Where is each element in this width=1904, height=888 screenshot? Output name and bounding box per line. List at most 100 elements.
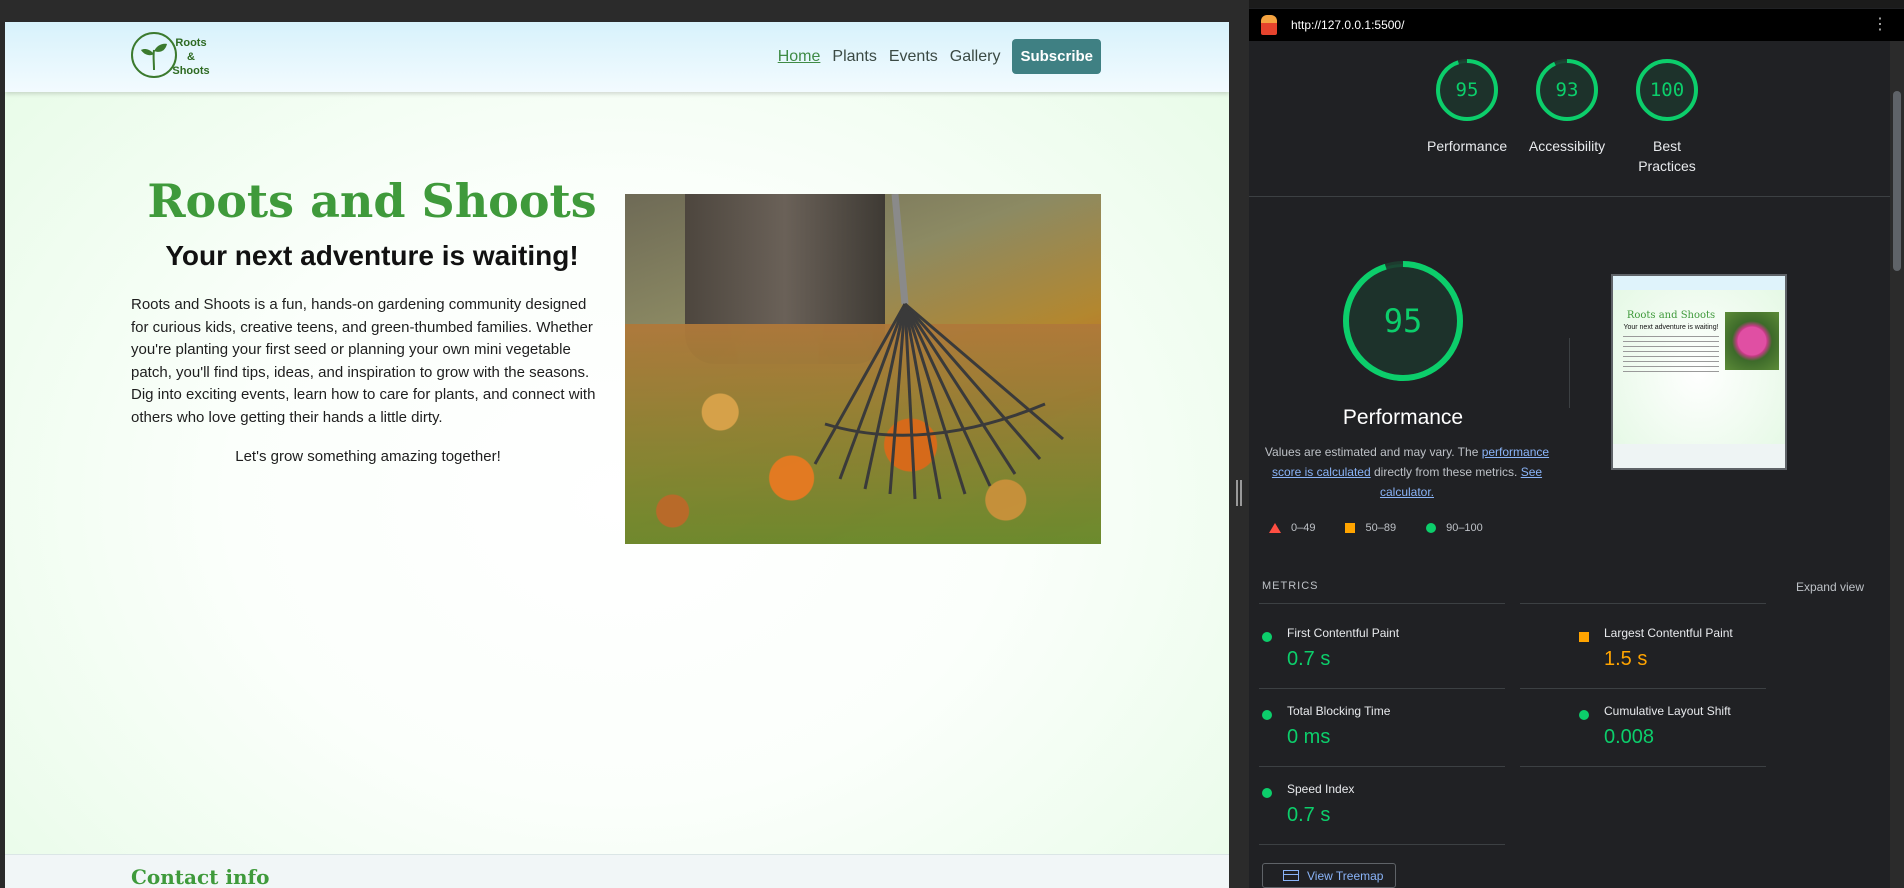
thumbnail-title: Roots and Shoots — [1626, 310, 1716, 321]
gauge-performance[interactable]: 95 Performance — [1427, 58, 1507, 176]
more-options-icon[interactable]: ⋮ — [1872, 17, 1888, 33]
pass-circle-icon — [1262, 788, 1272, 798]
metric-fcp: First Contentful Paint 0.7 s — [1249, 626, 1545, 686]
hero-image-rake-leaves — [625, 194, 1101, 544]
site-logo[interactable]: Roots & Shoots — [131, 32, 211, 80]
pass-circle-icon — [1262, 710, 1272, 720]
metric-separator — [1259, 766, 1505, 767]
legend-fail: 0–49 — [1269, 522, 1315, 534]
average-square-icon — [1579, 632, 1589, 642]
site-header: Roots & Shoots Home Plants Events Galler… — [5, 22, 1229, 92]
thumbnail-page: Roots and Shoots Your next adventure is … — [1613, 276, 1785, 468]
thumbnail-text-lines — [1623, 336, 1719, 376]
thumbnail-header — [1613, 276, 1785, 290]
metric-cls: Cumulative Layout Shift 0.008 — [1566, 704, 1862, 764]
website-viewport: Roots & Shoots Home Plants Events Galler… — [5, 22, 1229, 888]
square-icon — [1345, 523, 1356, 533]
page-screenshot-thumbnail[interactable]: Roots and Shoots Your next adventure is … — [1611, 274, 1787, 470]
expand-view-button[interactable]: Expand view — [1796, 580, 1864, 594]
gauge-label: Accessibility — [1528, 138, 1606, 154]
metric-separator — [1259, 603, 1505, 604]
treemap-icon — [1283, 870, 1299, 881]
score-legend: 0–49 50–89 90–100 — [1269, 522, 1483, 534]
hero-description: Roots and Shoots is a fun, hands-on gard… — [131, 296, 596, 426]
score-gauges: 95 Performance 93 Accessibility 100 Best… — [1427, 58, 1707, 176]
metric-name: Speed Index — [1287, 782, 1355, 796]
browser-top-strip — [0, 0, 1234, 22]
scrollbar-thumb[interactable] — [1893, 91, 1901, 271]
legend-pass: 90–100 — [1426, 522, 1483, 534]
logo-line-1: Roots — [175, 37, 207, 49]
legend-label: 50–89 — [1365, 522, 1397, 534]
audited-url[interactable]: http://127.0.0.1:5500/ — [1291, 18, 1404, 32]
hero-subtitle: Your next adventure is waiting! — [165, 240, 579, 271]
nav-plants[interactable]: Plants — [832, 48, 876, 66]
metric-name: First Contentful Paint — [1287, 626, 1400, 640]
panel-divider[interactable] — [1229, 0, 1249, 888]
gauge-ring: 95 — [1435, 58, 1499, 122]
treemap-label: View Treemap — [1307, 868, 1384, 883]
circle-icon — [1426, 523, 1437, 533]
performance-title: Performance — [1342, 406, 1464, 429]
metric-separator — [1259, 844, 1505, 845]
gauge-score: 100 — [1649, 79, 1685, 101]
gauge-score: 93 — [1555, 79, 1579, 101]
logo-text: Roots & Shoots — [169, 36, 213, 78]
legend-average: 50–89 — [1345, 522, 1396, 534]
legend-label: 90–100 — [1446, 522, 1483, 534]
gauge-best-practices[interactable]: 100 Best Practices — [1627, 58, 1707, 176]
panel-scrollbar[interactable] — [1890, 41, 1904, 888]
gauge-score: 95 — [1455, 79, 1479, 101]
gauge-label: Best Practices — [1638, 138, 1696, 174]
nav-gallery[interactable]: Gallery — [950, 48, 1001, 66]
legend-label: 0–49 — [1291, 522, 1316, 534]
lighthouse-panel: http://127.0.0.1:5500/ ⋮ 95 Performance … — [1249, 0, 1904, 888]
metric-value: 0.7 s — [1287, 648, 1331, 670]
thumbnail-footer — [1613, 444, 1785, 468]
metric-separator — [1259, 688, 1505, 689]
gauge-ring: 93 — [1535, 58, 1599, 122]
view-treemap-button[interactable]: View Treemap — [1262, 863, 1396, 888]
gauge-accessibility[interactable]: 93 Accessibility — [1527, 58, 1607, 176]
rake-shape — [813, 194, 1064, 500]
lighthouse-top-bar — [1249, 0, 1904, 8]
pass-circle-icon — [1579, 710, 1589, 720]
divider-line — [1249, 196, 1890, 197]
gauge-label: Performance — [1427, 138, 1508, 154]
lighthouse-url-bar: http://127.0.0.1:5500/ ⋮ — [1249, 9, 1904, 41]
logo-line-3: Shoots — [172, 65, 210, 77]
desc-text: directly from these metrics. — [1370, 465, 1521, 479]
gauge-ring: 100 — [1635, 58, 1699, 122]
metric-lcp: Largest Contentful Paint 1.5 s — [1566, 626, 1862, 686]
subscribe-button[interactable]: Subscribe — [1012, 39, 1101, 74]
metric-separator — [1520, 603, 1766, 604]
hero-title: Roots and Shoots — [147, 174, 597, 228]
metric-tbt: Total Blocking Time 0 ms — [1249, 704, 1545, 764]
main-score: 95 — [1383, 302, 1423, 340]
thumbnail-flower-image — [1725, 312, 1779, 370]
desc-text: Values are estimated and may vary. The — [1264, 445, 1482, 459]
metric-value: 0.7 s — [1287, 804, 1331, 826]
logo-line-2: & — [187, 51, 195, 63]
metrics-header: METRICS — [1262, 580, 1319, 592]
pass-circle-icon — [1262, 632, 1272, 642]
metric-name: Total Blocking Time — [1287, 704, 1391, 718]
lighthouse-logo-icon — [1261, 15, 1277, 35]
metric-value: 0 ms — [1287, 726, 1331, 748]
performance-description: Values are estimated and may vary. The p… — [1259, 442, 1555, 502]
metric-separator — [1520, 766, 1766, 767]
main-performance-gauge: 95 — [1342, 260, 1464, 382]
contact-info-heading: Contact info — [131, 865, 270, 888]
metric-name: Largest Contentful Paint — [1604, 626, 1733, 640]
vertical-divider — [1569, 338, 1570, 408]
thumbnail-subtitle: Your next adventure is waiting! — [1623, 324, 1719, 331]
metric-speed-index: Speed Index 0.7 s — [1249, 782, 1545, 842]
metric-name: Cumulative Layout Shift — [1604, 704, 1731, 718]
main-nav: Home Plants Events Gallery Subscribe — [778, 39, 1101, 74]
hero-cta-text: Let's grow something amazing together! — [235, 448, 501, 465]
metric-value: 1.5 s — [1604, 648, 1648, 670]
nav-events[interactable]: Events — [889, 48, 938, 66]
triangle-icon — [1269, 523, 1281, 533]
resize-grip-icon[interactable] — [1236, 480, 1242, 506]
nav-home[interactable]: Home — [778, 48, 821, 66]
